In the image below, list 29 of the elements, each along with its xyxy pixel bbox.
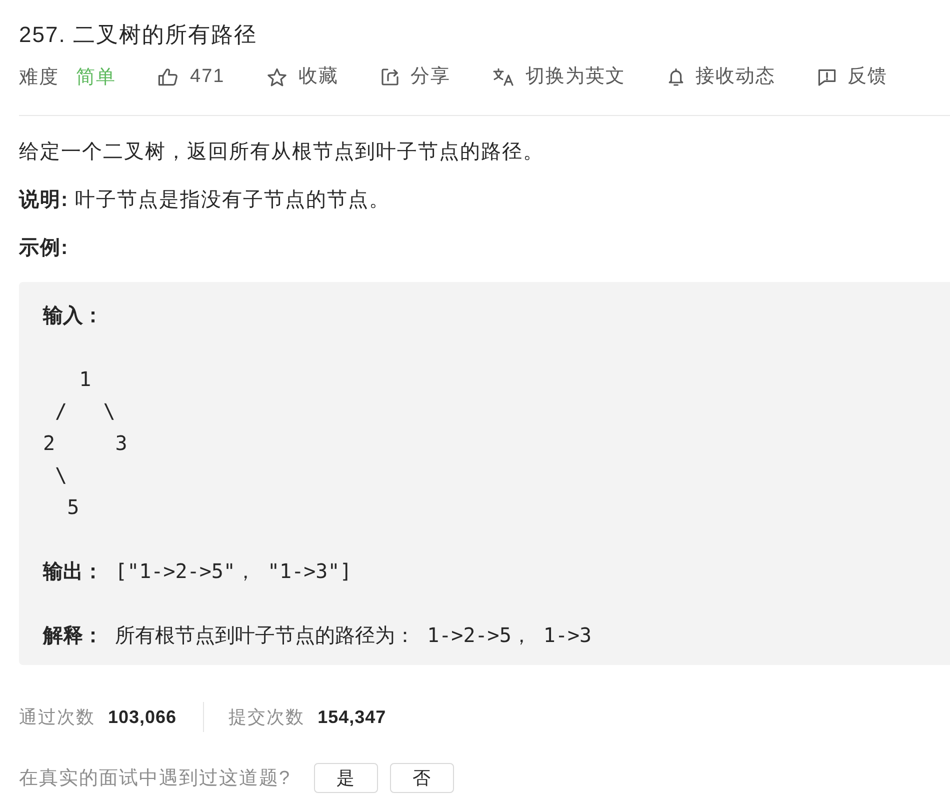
- subscribe-button[interactable]: 接收动态: [668, 64, 776, 90]
- stat-label: 提交次数: [228, 706, 305, 729]
- description-text: 给定一个二叉树，返回所有从根节点到叶子节点的路径。: [19, 140, 544, 165]
- thumbs-up-icon: [158, 68, 178, 86]
- share-button[interactable]: 分享: [380, 64, 451, 90]
- difficulty-label: 难度: [19, 66, 59, 90]
- answer-button[interactable]: 否: [390, 763, 454, 793]
- interview-question-text: 在真实的面试中遇到过这道题?: [19, 767, 291, 791]
- feedback-button[interactable]: 反馈: [818, 64, 888, 90]
- difficulty-value: 简单: [76, 66, 116, 90]
- example-heading: 示例:: [19, 236, 69, 261]
- stat-value: 154,347: [318, 706, 386, 728]
- alert-bubble-icon: [818, 68, 836, 86]
- explanation-text: 解释： 所有根节点到叶子节点的路径为： 1->2->5， 1->3: [43, 622, 592, 649]
- note-text: 说明: 叶子节点是指没有子节点的节点。: [19, 188, 390, 213]
- stat-value: 103,066: [108, 706, 177, 728]
- stat-label: 通过次数: [19, 706, 95, 729]
- like-button[interactable]: 471: [158, 64, 225, 90]
- output-text: 输出： ["1->2->5"， "1->3"]: [43, 558, 352, 585]
- answer-button[interactable]: 是: [314, 763, 378, 793]
- translate-button[interactable]: 切换为英文: [492, 64, 626, 90]
- share-icon: [380, 68, 399, 86]
- tree-text: 1 / \ 2 3 \ 5: [43, 366, 128, 521]
- input-label: 输入：: [43, 302, 103, 329]
- favorite-button[interactable]: 收藏: [266, 64, 339, 90]
- translate-icon: [492, 68, 514, 86]
- star-icon: [266, 68, 287, 86]
- bell-icon: [668, 68, 684, 86]
- problem-title: 257. 二叉树的所有路径: [19, 21, 257, 49]
